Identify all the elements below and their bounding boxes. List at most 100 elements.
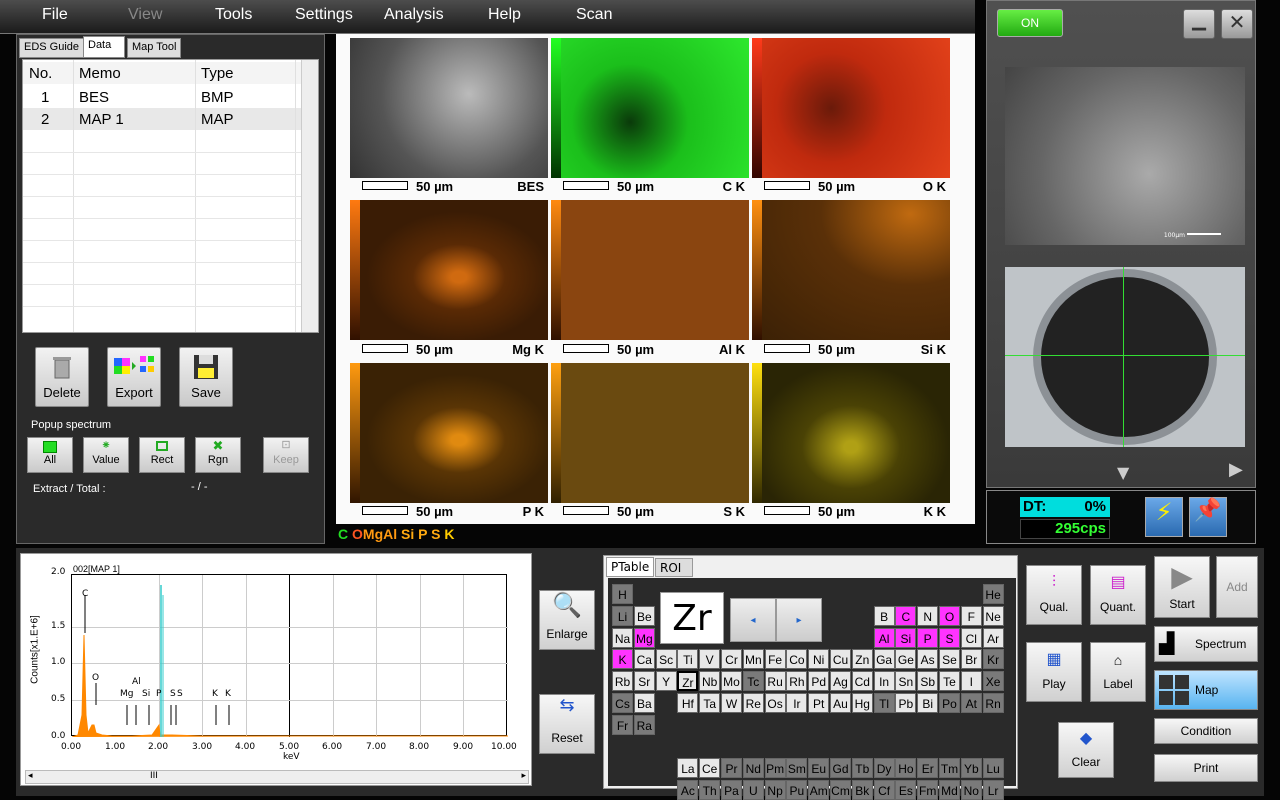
tab-ptable[interactable]: PTable xyxy=(606,557,654,577)
tab-data[interactable]: Data xyxy=(83,36,125,58)
element-cell-ta[interactable]: Ta xyxy=(699,693,721,713)
element-cell-au[interactable]: Au xyxy=(830,693,851,713)
element-cell-v[interactable]: V xyxy=(699,649,721,670)
element-cell-se[interactable]: Se xyxy=(939,649,960,670)
reset-button[interactable]: ⇆ Reset xyxy=(539,694,595,754)
menu-view[interactable]: View xyxy=(128,6,162,24)
element-cell-re[interactable]: Re xyxy=(742,693,764,713)
clear-button[interactable]: ◆ Clear xyxy=(1058,722,1114,778)
element-cell-n[interactable]: N xyxy=(917,605,939,626)
map-tile-c[interactable] xyxy=(551,38,749,178)
popup-keep-button[interactable]: ⊡ Keep xyxy=(263,437,309,473)
element-cell-np[interactable]: Np xyxy=(764,780,786,800)
element-cell-tl[interactable]: Tl xyxy=(873,693,895,713)
element-cell-ca[interactable]: Ca xyxy=(633,649,655,670)
popup-rect-button[interactable]: Rect xyxy=(139,437,185,473)
next-arrow-icon[interactable]: ▶ xyxy=(1229,459,1243,480)
element-cell-si[interactable]: Si xyxy=(895,627,917,648)
condition-button[interactable]: Condition xyxy=(1154,718,1258,744)
element-cell-cl[interactable]: Cl xyxy=(960,627,982,648)
element-cell-th[interactable]: Th xyxy=(699,780,721,800)
element-cell-eu[interactable]: Eu xyxy=(808,758,830,779)
on-button[interactable]: ON xyxy=(997,9,1063,37)
element-cell-mg[interactable]: Mg xyxy=(633,627,655,648)
element-cell-c[interactable]: C xyxy=(895,605,917,626)
menu-tools[interactable]: Tools xyxy=(215,6,252,24)
menu-help[interactable]: Help xyxy=(488,6,521,24)
element-cell-pr[interactable]: Pr xyxy=(721,758,742,779)
quant-button[interactable]: ▤ Quant. xyxy=(1090,565,1146,625)
element-cell-kr[interactable]: Kr xyxy=(982,649,1004,670)
scroll-left-icon[interactable]: ◂ xyxy=(28,771,33,781)
element-cell-pt[interactable]: Pt xyxy=(808,693,830,713)
start-button[interactable]: ▶ Start xyxy=(1154,556,1210,618)
element-cell-ne[interactable]: Ne xyxy=(982,605,1004,626)
element-cell-b[interactable]: B xyxy=(873,605,895,626)
element-cell-pm[interactable]: Pm xyxy=(764,758,786,779)
print-button[interactable]: Print xyxy=(1154,754,1258,782)
map-tile-bes[interactable] xyxy=(350,38,548,178)
element-cell-zn[interactable]: Zn xyxy=(851,649,873,670)
map-mode-button[interactable]: Map xyxy=(1154,670,1258,710)
label-button[interactable]: ⌂ Label xyxy=(1090,642,1146,702)
element-cell-bi[interactable]: Bi xyxy=(917,693,939,713)
map-tile-s[interactable] xyxy=(551,363,749,503)
export-button[interactable]: Export xyxy=(107,347,161,407)
prev-element-button[interactable]: ◂ xyxy=(730,598,776,642)
table-scrollbar[interactable] xyxy=(301,60,318,332)
element-cell-tb[interactable]: Tb xyxy=(851,758,873,779)
element-cell-pd[interactable]: Pd xyxy=(808,671,830,692)
element-cell-es[interactable]: Es xyxy=(895,780,917,800)
element-cell-tm[interactable]: Tm xyxy=(939,758,960,779)
element-cell-cf[interactable]: Cf xyxy=(873,780,895,800)
save-button[interactable]: Save xyxy=(179,347,233,407)
element-cell-te[interactable]: Te xyxy=(939,671,960,692)
popup-all-button[interactable]: All xyxy=(27,437,73,473)
element-cell-cs[interactable]: Cs xyxy=(612,693,633,713)
element-cell-xe[interactable]: Xe xyxy=(982,671,1004,692)
menu-file[interactable]: File xyxy=(42,6,68,24)
map-tile-si[interactable] xyxy=(752,200,950,340)
high-voltage-button[interactable]: ⚡ xyxy=(1145,497,1183,537)
element-cell-er[interactable]: Er xyxy=(917,758,939,779)
table-row[interactable]: 1 BES BMP xyxy=(23,86,301,108)
element-cell-f[interactable]: F xyxy=(960,605,982,626)
element-cell-hg[interactable]: Hg xyxy=(851,693,873,713)
element-cell-no[interactable]: No xyxy=(960,780,982,800)
element-cell-pu[interactable]: Pu xyxy=(786,780,808,800)
element-cell-ru[interactable]: Ru xyxy=(764,671,786,692)
element-cell-cd[interactable]: Cd xyxy=(851,671,873,692)
element-cell-fr[interactable]: Fr xyxy=(612,714,633,735)
element-cell-cm[interactable]: Cm xyxy=(830,780,851,800)
scroll-right-icon[interactable]: ▸ xyxy=(521,771,526,781)
element-cell-ce[interactable]: Ce xyxy=(699,758,721,779)
delete-button[interactable]: Delete xyxy=(35,347,89,407)
popup-rgn-button[interactable]: ✖ Rgn xyxy=(195,437,241,473)
menu-settings[interactable]: Settings xyxy=(295,6,353,24)
element-cell-at[interactable]: At xyxy=(960,693,982,713)
element-cell-po[interactable]: Po xyxy=(939,693,960,713)
map-tile-o[interactable] xyxy=(752,38,950,178)
element-cell-mn[interactable]: Mn xyxy=(742,649,764,670)
map-tile-p[interactable] xyxy=(350,363,548,503)
element-cell-ni[interactable]: Ni xyxy=(808,649,830,670)
element-cell-tc[interactable]: Tc xyxy=(742,671,764,692)
tab-roi[interactable]: ROI xyxy=(655,558,693,577)
qual-button[interactable]: ⫶ Qual. xyxy=(1026,565,1082,625)
element-cell-br[interactable]: Br xyxy=(960,649,982,670)
element-cell-dy[interactable]: Dy xyxy=(873,758,895,779)
element-cell-na[interactable]: Na xyxy=(612,627,633,648)
element-cell-gd[interactable]: Gd xyxy=(830,758,851,779)
element-cell-li[interactable]: Li xyxy=(612,605,633,626)
popup-value-button[interactable]: ⁕ Value xyxy=(83,437,129,473)
next-element-button[interactable]: ▸ xyxy=(776,598,822,642)
element-cell-lr[interactable]: Lr xyxy=(982,780,1004,800)
element-cell-fm[interactable]: Fm xyxy=(917,780,939,800)
element-cell-cu[interactable]: Cu xyxy=(830,649,851,670)
minimize-button[interactable]: ▁ xyxy=(1183,9,1215,39)
element-cell-am[interactable]: Am xyxy=(808,780,830,800)
spectrum-mode-button[interactable]: ▟ Spectrum xyxy=(1154,626,1258,662)
element-cell-i[interactable]: I xyxy=(960,671,982,692)
map-tile-mg[interactable] xyxy=(350,200,548,340)
element-cell-rh[interactable]: Rh xyxy=(786,671,808,692)
